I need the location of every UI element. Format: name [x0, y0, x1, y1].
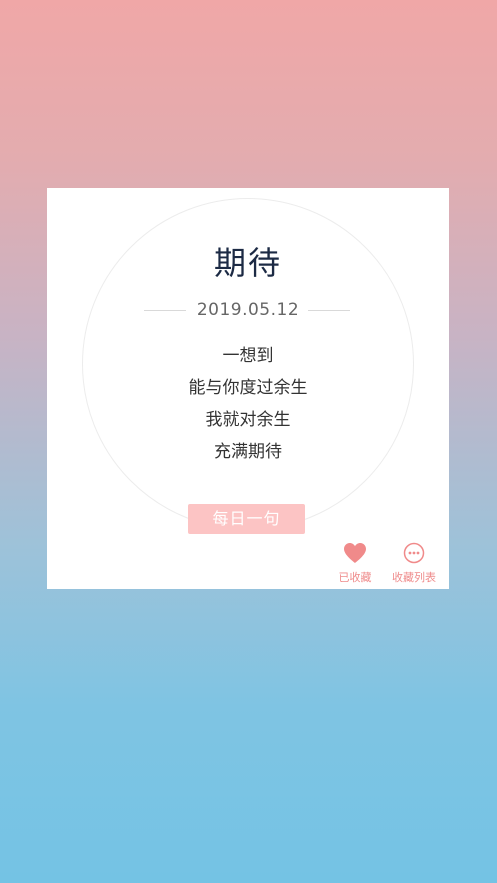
- date-divider-left: [144, 310, 186, 311]
- heart-icon: [344, 543, 366, 563]
- quote-line: 一想到: [222, 346, 274, 366]
- quote-date: 2019.05.12: [196, 300, 300, 320]
- quote-line: 充满期待: [214, 442, 282, 462]
- quote-line: 我就对余生: [205, 410, 291, 430]
- date-divider-right: [308, 310, 350, 311]
- daily-quote-button[interactable]: 每日一句: [188, 504, 305, 534]
- quote-line: 能与你度过余生: [188, 378, 308, 398]
- favorites-list-label: 收藏列表: [392, 571, 436, 584]
- quote-card: 期待 2019.05.12 一想到 能与你度过余生 我就对余生 充满期待 每日一…: [47, 188, 449, 589]
- quote-title: 期待: [213, 244, 282, 282]
- date-row: 2019.05.12: [47, 298, 449, 322]
- quote-text: 一想到 能与你度过余生 我就对余生 充满期待: [47, 340, 449, 468]
- favorited-label: 已收藏: [338, 571, 372, 584]
- favorited-button[interactable]: 已收藏: [328, 542, 382, 585]
- more-circle-icon: [403, 542, 425, 564]
- favorites-list-button[interactable]: 收藏列表: [387, 542, 441, 585]
